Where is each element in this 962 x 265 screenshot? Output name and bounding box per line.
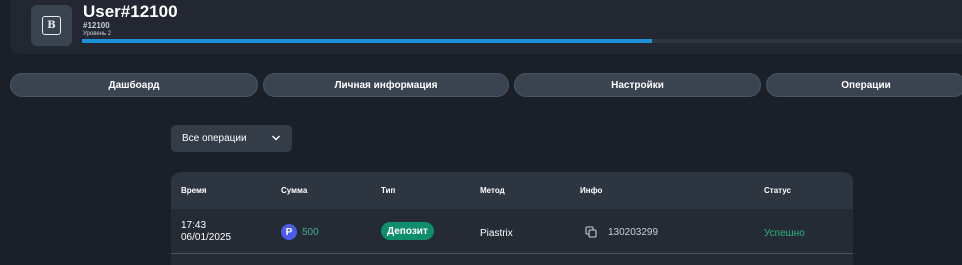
tab-personal-info[interactable]: Личная информация <box>263 73 509 97</box>
table-header: Время Сумма Тип Метод Инфо Статус <box>171 172 853 209</box>
column-header-amount: Сумма <box>281 186 308 195</box>
operation-status: Успешно <box>764 228 805 239</box>
tab-operations[interactable]: Операции <box>766 73 962 97</box>
filter-selected-value: Все операции <box>182 133 247 144</box>
user-id: #12100 <box>83 21 110 30</box>
operation-type-badge: Депозит <box>381 222 434 240</box>
tab-settings[interactable]: Настройки <box>514 73 761 97</box>
avatar[interactable]: B <box>31 5 72 46</box>
level-progress-bar <box>82 39 962 43</box>
operation-info-value: 130203299 <box>608 226 659 238</box>
column-header-time: Время <box>181 186 207 195</box>
tab-bar: Дашбоард Личная информация Настройки Опе… <box>10 73 962 97</box>
operation-time: 17:43 06/01/2025 <box>181 220 231 244</box>
tab-dashboard[interactable]: Дашбоард <box>10 73 258 97</box>
operation-amount: P 500 <box>281 224 319 240</box>
coin-icon: P <box>281 224 297 240</box>
operation-amount-value: 500 <box>302 226 319 238</box>
column-header-method: Метод <box>480 186 505 195</box>
column-header-type: Тип <box>381 186 396 195</box>
user-level: Уровень 2 <box>83 31 112 37</box>
operation-date-value: 06/01/2025 <box>181 232 232 243</box>
copy-icon[interactable] <box>585 226 597 238</box>
table-row[interactable]: 17:43 06/01/2025 P 500 Депозит Piastrix … <box>171 209 853 254</box>
chevron-down-icon <box>272 135 280 141</box>
column-header-status: Статус <box>764 186 791 195</box>
operation-info: 130203299 <box>585 226 658 238</box>
operations-table: Время Сумма Тип Метод Инфо Статус 17:43 … <box>171 172 853 265</box>
operation-method: Piastrix <box>480 228 513 239</box>
profile-card: B User#12100 #12100 Уровень 2 <box>10 0 962 54</box>
avatar-icon: B <box>42 16 61 35</box>
operation-time-value: 17:43 <box>181 220 207 231</box>
column-header-info: Инфо <box>580 186 603 195</box>
username: User#12100 <box>83 2 178 21</box>
operations-filter-select[interactable]: Все операции <box>171 125 292 152</box>
level-progress-fill <box>82 39 652 43</box>
